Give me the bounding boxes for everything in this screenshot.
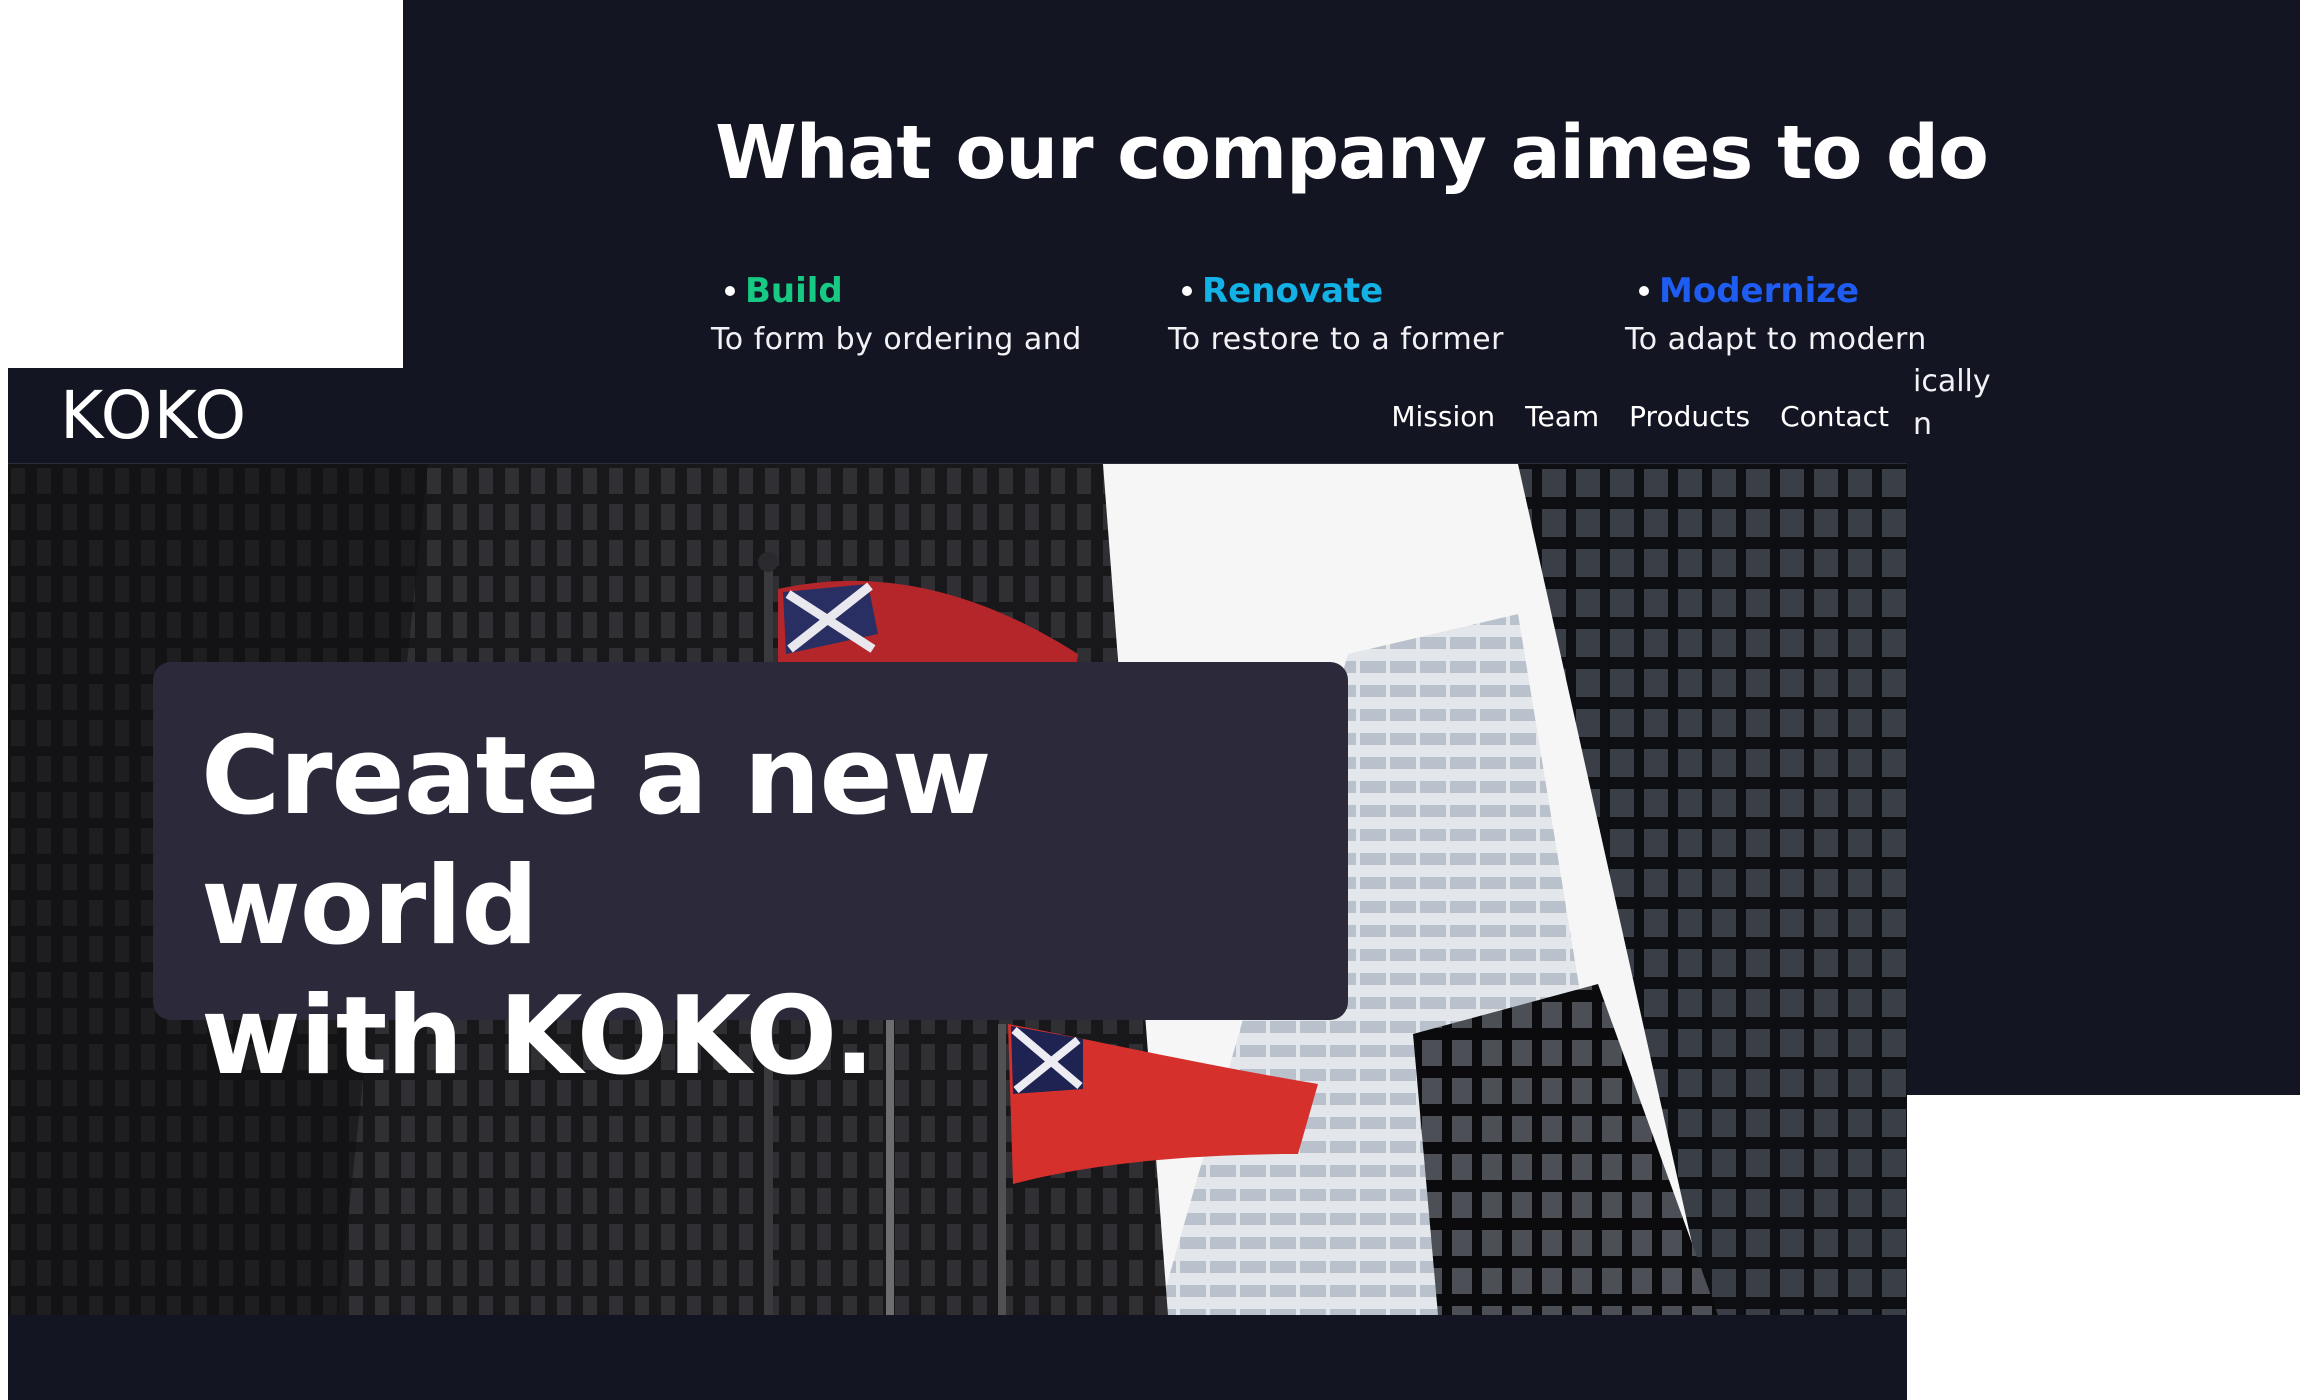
screenshot-stage: What our company aimes to do Build To fo…: [0, 0, 2300, 1400]
nav-link-mission[interactable]: Mission: [1391, 400, 1495, 433]
hero-heading-line-2: with KOKO.: [201, 974, 875, 1099]
hero-card: Create a new world with KOKO.: [153, 662, 1348, 1099]
nav-links: Mission Team Products Contact: [1391, 368, 1889, 464]
aim-renovate-label: Renovate: [1202, 271, 1384, 311]
nav-link-products[interactable]: Products: [1629, 400, 1750, 433]
aim-build: Build To form by ordering and: [711, 268, 1111, 361]
footer-strip: [8, 1315, 1907, 1400]
hero-banner: Create a new world with KOKO.: [8, 464, 1907, 1315]
aim-modernize-label: Modernize: [1659, 271, 1860, 311]
aim-modernize: Modernize To adapt to modern: [1625, 268, 2025, 361]
navbar: KOKO Mission Team Products Contact: [8, 368, 1907, 464]
nav-link-contact[interactable]: Contact: [1780, 400, 1889, 433]
bullet-icon: [1182, 286, 1192, 296]
aim-renovate-text: To restore to a former: [1168, 322, 1504, 357]
overflow-fragment-1: ically: [1913, 364, 1991, 399]
aim-renovate: Renovate To restore to a former: [1168, 268, 1568, 361]
hero-window: KOKO Mission Team Products Contact Creat…: [8, 368, 1907, 1400]
aim-build-label: Build: [745, 271, 843, 311]
hero-heading-line-1: Create a new world: [201, 714, 992, 969]
bullet-icon: [725, 286, 735, 296]
aim-modernize-text: To adapt to modern: [1625, 322, 1927, 357]
bullet-icon: [1639, 286, 1649, 296]
nav-link-team[interactable]: Team: [1525, 400, 1599, 433]
logo[interactable]: KOKO: [60, 368, 247, 464]
overflow-fragment-2: n: [1913, 407, 1933, 442]
hero-heading: Create a new world with KOKO.: [201, 712, 1348, 1102]
aim-build-text: To form by ordering and: [711, 322, 1082, 357]
mission-title: What our company aimes to do: [715, 110, 1989, 197]
